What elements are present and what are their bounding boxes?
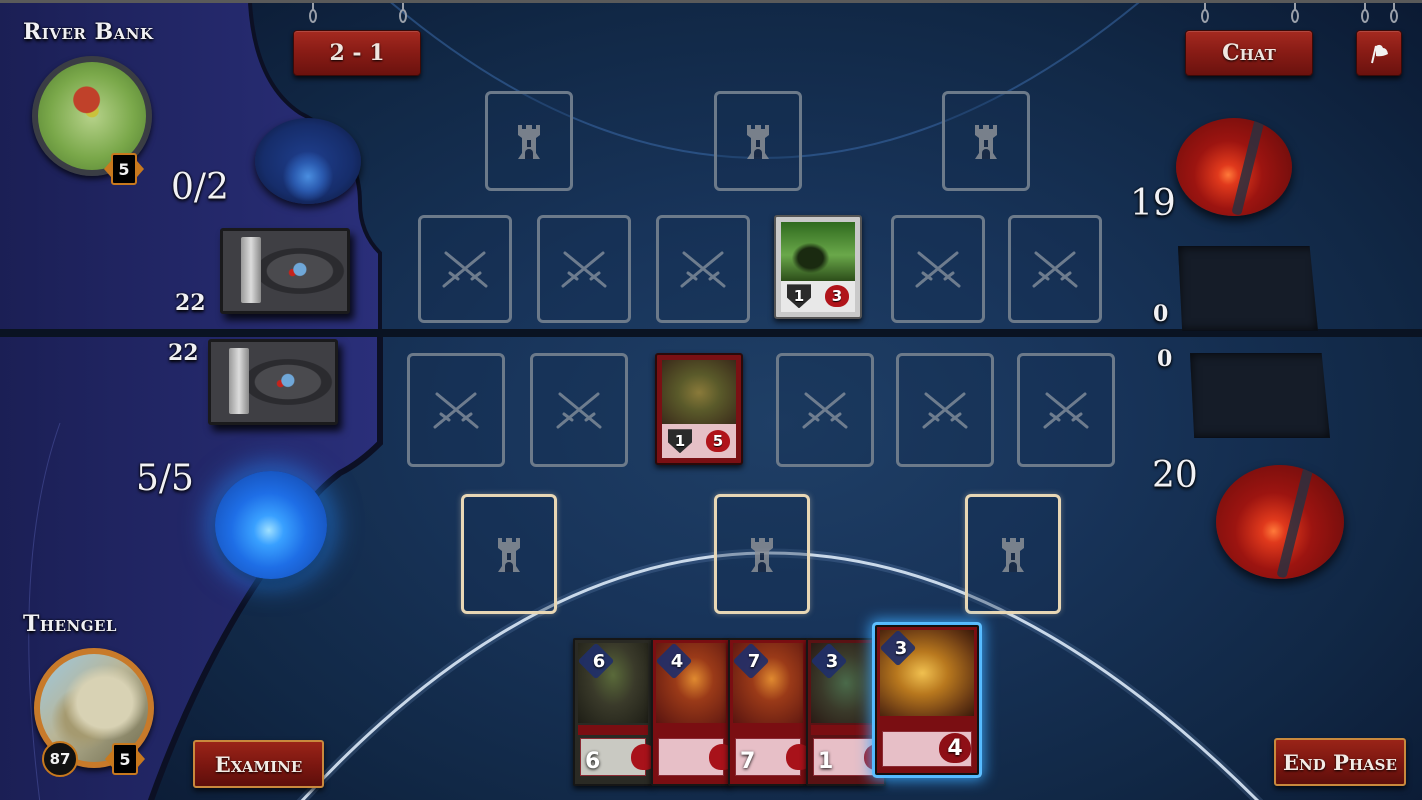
end-phase-label: End Phase: [1283, 749, 1397, 775]
player-life-orb: [1216, 465, 1344, 579]
deck-scroll-icon: [241, 237, 261, 303]
health-value: 5: [706, 430, 730, 453]
player-rank-badge: 87: [42, 741, 78, 777]
card-title-bar: [880, 719, 974, 729]
player-mana-orb: [215, 471, 327, 579]
crossed-swords-icon: [922, 392, 968, 429]
player-lane-slot[interactable]: [896, 353, 994, 467]
player-life: 20: [1152, 455, 1198, 496]
player-lane-slot[interactable]: [530, 353, 628, 467]
crossed-swords-icon: [1043, 392, 1089, 429]
opponent-life-orb: [1176, 118, 1292, 216]
tower-icon: [518, 125, 540, 159]
card-stats: 15: [662, 424, 736, 458]
player-deck-count: 22: [168, 340, 199, 366]
heart-icon: [786, 744, 806, 770]
crossed-swords-icon: [802, 392, 848, 429]
player-creature-card[interactable]: 15: [655, 353, 743, 465]
card-title-bar: [578, 725, 648, 735]
opponent-mana-orb: [255, 118, 361, 204]
card-art: [781, 222, 855, 283]
card-attack: 6: [585, 749, 601, 774]
game-board: River Bank 5 0/2 22 22 5/5 Thengel 87 5 …: [0, 0, 1422, 800]
card-attack: 1: [818, 749, 834, 774]
player-resource: 5/5: [136, 458, 194, 499]
examine-label: Examine: [214, 751, 303, 777]
crossed-swords-icon: [915, 251, 961, 288]
chat-label: Chat: [1222, 40, 1276, 66]
player-graveyard-count: 0: [1157, 346, 1173, 372]
hand-card[interactable]: 4: [651, 638, 731, 786]
health-value: 3: [825, 285, 849, 308]
crossed-swords-icon: [1032, 251, 1078, 288]
player-tower-slot[interactable]: [714, 494, 810, 614]
opponent-lane-slot[interactable]: [656, 215, 750, 323]
player-tower-slot[interactable]: [461, 494, 557, 614]
end-phase-button[interactable]: End Phase: [1274, 738, 1406, 786]
card-title-bar: [811, 725, 881, 735]
crossed-swords-icon: [442, 251, 488, 288]
card-cost: 3: [825, 650, 839, 672]
card-cost: 7: [747, 650, 761, 672]
flag-icon: [1371, 44, 1388, 64]
card-cost: 6: [592, 650, 606, 672]
tower-icon: [975, 125, 997, 159]
opponent-name: River Bank: [23, 19, 154, 45]
surrender-button[interactable]: [1356, 3, 1402, 76]
opponent-resource: 0/2: [171, 167, 229, 208]
tower-icon: [498, 538, 520, 572]
heart-icon: [631, 744, 651, 770]
hand-card[interactable]: 31: [806, 638, 886, 786]
tower-icon: [1002, 538, 1024, 572]
player-graveyard[interactable]: [1190, 353, 1330, 438]
opponent-graveyard-count: 0: [1153, 301, 1169, 327]
deck-scroll-icon: [229, 348, 249, 414]
card-stats: 13: [781, 280, 855, 312]
opponent-life: 19: [1130, 183, 1176, 224]
opponent-lane-slot[interactable]: [418, 215, 512, 323]
opponent-lane-slot[interactable]: [537, 215, 631, 323]
player-lane-slot[interactable]: [407, 353, 505, 467]
opponent-lane-slot[interactable]: [891, 215, 985, 323]
card-cost: 3: [894, 637, 908, 659]
opponent-tower-slot[interactable]: [942, 91, 1030, 191]
player-lane-slot[interactable]: [776, 353, 874, 467]
card-title-bar: [733, 725, 803, 735]
opponent-deck-count: 22: [175, 290, 206, 316]
card-cost: 4: [670, 650, 684, 672]
opponent-graveyard[interactable]: [1178, 246, 1318, 331]
crossed-swords-icon: [556, 392, 602, 429]
tower-icon: [751, 538, 773, 572]
card-health: 4: [939, 733, 971, 763]
tower-icon: [747, 125, 769, 159]
card-art: [662, 360, 736, 425]
score-text: 2 - 1: [329, 40, 385, 66]
examine-button[interactable]: Examine: [193, 740, 324, 788]
player-level-badge: 5: [105, 743, 145, 775]
hand-card[interactable]: 66: [573, 638, 653, 786]
player-deck[interactable]: [208, 339, 338, 425]
opponent-deck[interactable]: [220, 228, 350, 314]
chat-button[interactable]: Chat: [1185, 3, 1313, 76]
player-tower-slot[interactable]: [965, 494, 1061, 614]
player-lane-slot[interactable]: [1017, 353, 1115, 467]
opponent-level-badge: 5: [104, 153, 144, 185]
card-attack: 7: [740, 749, 756, 774]
crossed-swords-icon: [433, 392, 479, 429]
score-display: 2 - 1: [293, 3, 421, 76]
opponent-tower-slot[interactable]: [485, 91, 573, 191]
hand-card-selected[interactable]: 34: [875, 625, 979, 775]
crossed-swords-icon: [561, 251, 607, 288]
opponent-lane-slot[interactable]: [1008, 215, 1102, 323]
hand-card[interactable]: 77: [728, 638, 808, 786]
attack-value: 1: [668, 429, 692, 454]
crossed-swords-icon: [680, 251, 726, 288]
card-title-bar: [656, 725, 726, 735]
opponent-creature-card[interactable]: 13: [774, 215, 862, 319]
opponent-tower-slot[interactable]: [714, 91, 802, 191]
player-name: Thengel: [23, 611, 117, 637]
attack-value: 1: [787, 284, 811, 309]
